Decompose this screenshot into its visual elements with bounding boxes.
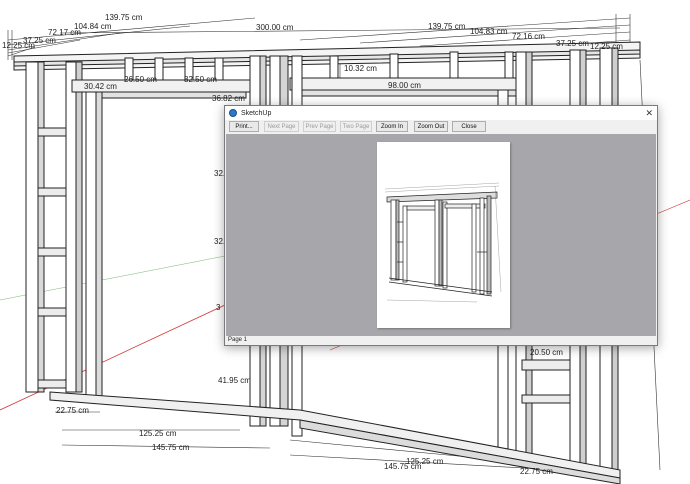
dim-top-left-5: 12.25 cm — [2, 41, 35, 50]
next-page-button[interactable]: Next Page — [264, 121, 299, 132]
page-thumbnail-drawing — [384, 182, 502, 303]
dim-top-right-3: 72.16 cm — [512, 32, 545, 41]
dim-bottom-5: 145.75 cm — [384, 462, 422, 471]
prev-page-button[interactable]: Prev Page — [303, 121, 336, 132]
dim-top-right-4: 37.25 cm — [556, 39, 589, 48]
left-stud — [25, 61, 39, 393]
zoom-in-button[interactable]: Zoom In — [376, 121, 408, 132]
close-button[interactable]: Close — [452, 121, 486, 132]
dim-header-5: 10.32 cm — [344, 64, 377, 73]
dim-lower-mid: 41.95 cm — [218, 376, 251, 385]
two-page-button[interactable]: Two Page — [340, 121, 372, 132]
print-button[interactable]: Print... — [229, 121, 259, 132]
dim-top-right-2: 104.83 cm — [470, 27, 508, 36]
dim-vertical-3: 3 — [216, 303, 221, 312]
close-icon[interactable]: ✕ — [645, 107, 653, 119]
window-titlebar[interactable]: SketchUp ✕ — [225, 106, 657, 120]
dim-top-right-1: 139.75 cm — [428, 22, 466, 31]
dim-top-left-1: 139.75 cm — [105, 13, 143, 22]
dim-header-6: 98.00 cm — [388, 81, 421, 90]
window-title: SketchUp — [241, 109, 272, 117]
print-preview-area[interactable] — [226, 134, 656, 338]
dim-top-right-5: 12.25 cm — [590, 42, 623, 51]
dim-header-4: 36.82 cm — [212, 94, 245, 103]
dim-bottom-2: 125.25 cm — [139, 429, 177, 438]
dim-lower-right: 20.50 cm — [530, 348, 563, 357]
preview-toolbar: Print... Next Page Prev Page Two Page Zo… — [225, 120, 657, 134]
dim-bottom-3: 145.75 cm — [152, 443, 190, 452]
dim-bottom-1: 22.75 cm — [56, 406, 89, 415]
print-preview-window[interactable]: SketchUp ✕ Print... Next Page Prev Page … — [224, 105, 658, 346]
zoom-out-button[interactable]: Zoom Out — [414, 121, 448, 132]
dim-header-2: 26.50 cm — [124, 75, 157, 84]
dim-header-1: 30.42 cm — [84, 82, 117, 91]
status-bar: Page 1 — [225, 336, 657, 345]
sketchup-app-icon — [229, 109, 237, 117]
dim-header-3: 32.50 cm — [184, 75, 217, 84]
dim-top-center: 300.00 cm — [256, 23, 294, 32]
preview-page — [377, 142, 510, 328]
dim-bottom-6: 22.75 cm — [520, 467, 553, 476]
